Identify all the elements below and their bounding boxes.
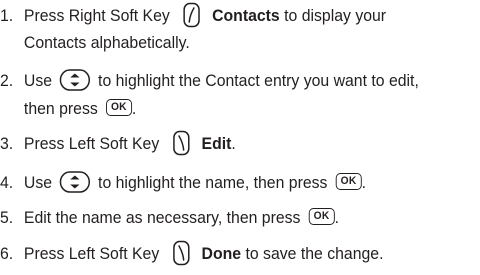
step-5: 5. Edit the name as necessary, then pres… [0, 201, 446, 235]
ok-key-icon: OK [335, 173, 362, 191]
left-soft-key-icon [171, 130, 191, 156]
step-text: . [231, 134, 236, 153]
navigation-key-icon [59, 170, 90, 193]
step-number: 3. [0, 134, 14, 153]
left-soft-key-icon [171, 240, 191, 266]
step-text: to highlight the name, then press [98, 173, 328, 192]
step-text: Edit the name as necessary, then press [23, 208, 301, 227]
soft-key-label-contacts: Contacts [212, 6, 280, 25]
instruction-steps: 1. Press Right Soft Key Contacts to disp… [0, 0, 480, 275]
soft-key-label-edit: Edit [201, 134, 232, 153]
ok-key-icon: OK [105, 99, 132, 117]
step-text: Use [23, 71, 53, 90]
step-number: 5. [0, 208, 14, 227]
step-number: 6. [0, 244, 14, 263]
step-text: Press Left Soft Key [23, 244, 160, 263]
step-text: Press Left Soft Key [23, 134, 160, 153]
step-6: 6. Press Left Soft Key Done to save the … [0, 237, 446, 271]
step-text: . [334, 208, 340, 227]
navigation-key-icon [59, 68, 90, 91]
step-4: 4. Use to highlight the name, then press… [0, 166, 446, 200]
step-text: . [361, 173, 367, 192]
step-text: to highlight the Contact entry you want … [98, 71, 419, 90]
step-text: then press [23, 99, 98, 118]
right-soft-key-icon [182, 2, 202, 28]
soft-key-label-done: Done [201, 244, 242, 263]
ok-key-icon: OK [308, 208, 335, 226]
step-number: 4. [0, 173, 14, 192]
step-text: Contacts alphabetically. [23, 33, 190, 52]
step-text: to save the change. [245, 244, 384, 263]
step-text: to display your [284, 6, 387, 25]
step-text: Press Right Soft Key [23, 6, 170, 25]
step-text: Use [23, 173, 53, 192]
step-2-continued: then press OK. [0, 92, 446, 126]
step-text: . [131, 99, 137, 118]
step-3: 3. Press Left Soft Key Edit. [0, 127, 446, 161]
step-1-continued: Contacts alphabetically. [0, 26, 446, 60]
